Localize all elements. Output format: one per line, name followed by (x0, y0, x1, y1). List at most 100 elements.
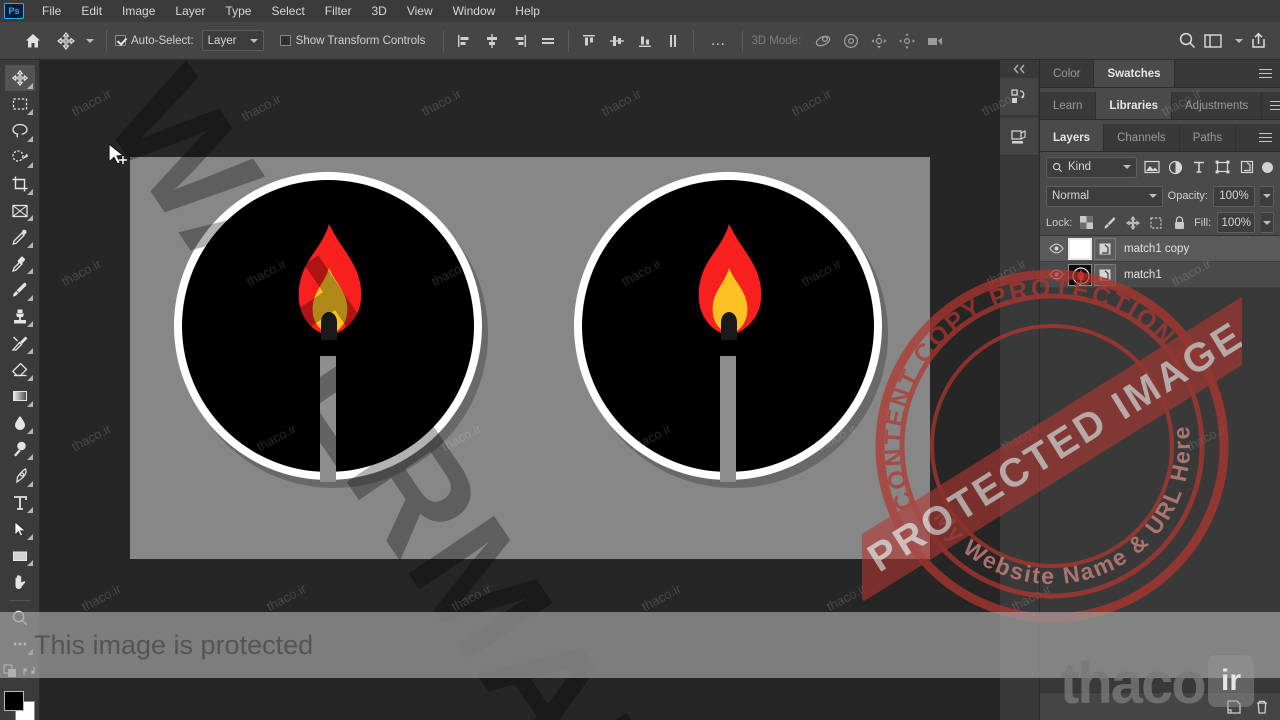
search-icon[interactable] (1178, 31, 1197, 50)
rectangle-tool[interactable] (5, 543, 35, 569)
more-options-button[interactable]: … (702, 32, 734, 49)
align-right-edges-icon[interactable] (508, 29, 532, 53)
dodge-tool[interactable] (5, 437, 35, 463)
canvas-work-area[interactable] (40, 60, 1000, 720)
panel-menu-button[interactable] (1262, 92, 1280, 119)
chevron-down-icon[interactable] (1235, 38, 1243, 43)
layer-name[interactable]: match1 (1124, 269, 1162, 281)
layer-name[interactable]: match1 copy (1124, 243, 1189, 255)
menu-item-help[interactable]: Help (505, 1, 550, 21)
menu-item-file[interactable]: File (32, 1, 71, 21)
properties-panel-icon[interactable] (1000, 118, 1038, 156)
frame-tool[interactable] (5, 198, 35, 224)
layer-row-match1[interactable]: match1 (1040, 262, 1280, 288)
align-left-edges-icon[interactable] (452, 29, 476, 53)
history-brush-tool[interactable] (5, 330, 35, 356)
blend-mode-dropdown[interactable]: Normal (1046, 185, 1163, 207)
layer-visibility-toggle[interactable] (1044, 236, 1068, 262)
spot-healing-brush-tool[interactable] (5, 251, 35, 277)
lock-all-icon[interactable] (1171, 213, 1188, 233)
distribute-vertical-icon[interactable] (661, 29, 685, 53)
tab-swatches[interactable]: Swatches (1094, 60, 1175, 87)
align-horizontal-centers-icon[interactable] (480, 29, 504, 53)
hand-tool[interactable] (5, 569, 35, 595)
show-transform-controls-checkbox[interactable] (279, 35, 291, 46)
menu-item-edit[interactable]: Edit (71, 1, 112, 21)
tab-color[interactable]: Color (1040, 60, 1095, 87)
tool-preset-picker[interactable] (56, 31, 94, 51)
menu-item-type[interactable]: Type (215, 1, 261, 21)
layer-kind-filter[interactable]: Kind (1046, 156, 1138, 178)
filter-smart-object-icon[interactable] (1237, 157, 1256, 177)
menu-item-3d[interactable]: 3D (361, 1, 396, 21)
object-selection-tool[interactable] (5, 145, 35, 171)
auto-select-checkbox[interactable] (115, 35, 126, 46)
layer-thumbnail[interactable] (1068, 237, 1092, 260)
artwork-match-2[interactable] (574, 172, 894, 512)
color-swatches[interactable] (3, 690, 36, 720)
artwork-match-1[interactable] (174, 172, 494, 512)
pan-3d-icon[interactable] (867, 29, 891, 53)
slide-3d-icon[interactable] (895, 29, 919, 53)
new-layer-icon[interactable] (1226, 699, 1242, 715)
align-top-edges-icon[interactable] (577, 29, 601, 53)
align-vertical-centers-icon[interactable] (605, 29, 629, 53)
menu-item-image[interactable]: Image (112, 1, 165, 21)
path-selection-tool[interactable] (5, 516, 35, 542)
crop-tool[interactable] (5, 171, 35, 197)
menu-item-layer[interactable]: Layer (165, 1, 215, 21)
tab-channels[interactable]: Channels (1104, 124, 1180, 151)
tab-paths[interactable]: Paths (1179, 124, 1237, 151)
tab-learn[interactable]: Learn (1040, 92, 1097, 119)
type-tool[interactable] (5, 490, 35, 516)
layer-row-match1-copy[interactable]: match1 copy (1040, 236, 1280, 262)
menu-item-select[interactable]: Select (261, 1, 314, 21)
distribute-horizontal-icon[interactable] (536, 29, 560, 53)
swap-colors-icon[interactable] (22, 664, 36, 678)
panel-menu-button[interactable] (1251, 60, 1280, 87)
opacity-stepper[interactable] (1260, 185, 1274, 207)
lock-image-pixels-icon[interactable] (1101, 213, 1118, 233)
opacity-value[interactable]: 100% (1213, 185, 1255, 207)
move-tool[interactable] (4, 65, 35, 91)
lasso-tool[interactable] (5, 118, 35, 144)
foreground-color-swatch[interactable] (3, 690, 24, 711)
filter-toggle-icon[interactable] (1261, 157, 1274, 177)
eyedropper-tool[interactable] (5, 224, 35, 250)
clone-stamp-tool[interactable] (5, 304, 35, 330)
tab-adjustments[interactable]: Adjustments (1172, 92, 1263, 119)
layer-thumbnail[interactable] (1068, 263, 1092, 286)
home-icon[interactable] (20, 28, 46, 54)
delete-layer-icon[interactable] (1254, 699, 1270, 715)
lock-artboard-nesting-icon[interactable] (1148, 213, 1165, 233)
panel-menu-button[interactable] (1251, 124, 1280, 151)
document-canvas[interactable] (130, 157, 930, 559)
auto-select-scope-dropdown[interactable]: Layer (201, 30, 264, 51)
gradient-tool[interactable] (5, 384, 35, 410)
menu-item-filter[interactable]: Filter (315, 1, 362, 21)
align-bottom-edges-icon[interactable] (633, 29, 657, 53)
filter-shape-icon[interactable] (1214, 157, 1233, 177)
edit-toolbar-icon[interactable] (5, 631, 35, 657)
menu-item-window[interactable]: Window (443, 1, 506, 21)
filter-type-icon[interactable] (1190, 157, 1209, 177)
tab-layers[interactable]: Layers (1040, 124, 1105, 151)
eraser-tool[interactable] (5, 357, 35, 383)
roll-3d-icon[interactable] (839, 29, 863, 53)
fill-value[interactable]: 100% (1217, 212, 1256, 233)
menu-item-view[interactable]: View (397, 1, 443, 21)
tab-libraries[interactable]: Libraries (1096, 92, 1172, 119)
filter-adjustment-icon[interactable] (1166, 157, 1185, 177)
collapse-panels-button[interactable] (1000, 60, 1039, 78)
history-panel-icon[interactable] (1000, 78, 1038, 116)
camera-3d-icon[interactable] (923, 29, 947, 53)
orbit-3d-icon[interactable] (811, 29, 835, 53)
blur-tool[interactable] (5, 410, 35, 436)
lock-position-icon[interactable] (1125, 213, 1142, 233)
workspace-icon[interactable] (1203, 32, 1223, 50)
rectangular-marquee-tool[interactable] (5, 92, 35, 118)
chevron-down-icon[interactable] (86, 38, 94, 43)
brush-tool[interactable] (5, 277, 35, 303)
layer-visibility-toggle[interactable] (1044, 262, 1068, 288)
lock-transparent-pixels-icon[interactable] (1078, 213, 1095, 233)
